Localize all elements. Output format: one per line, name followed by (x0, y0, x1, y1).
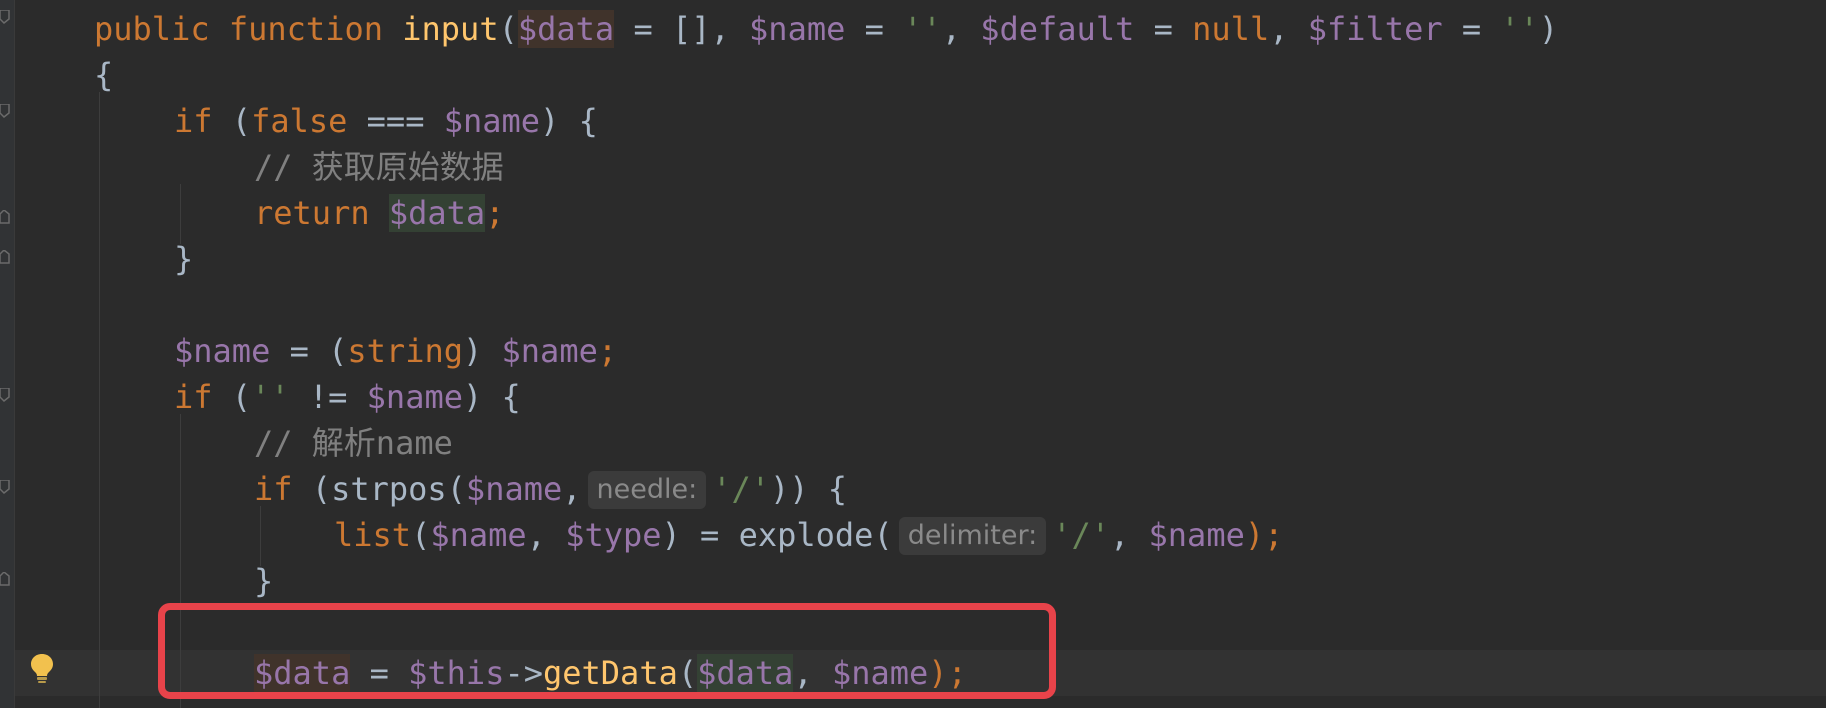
token-punctuation: ); (1244, 516, 1284, 554)
fold-marker-icon[interactable] (0, 572, 10, 586)
token-punctuation: , (1109, 516, 1149, 554)
token-punctuation: = (845, 10, 904, 48)
token-variable: $name (465, 470, 563, 508)
token-keyword: if (254, 470, 293, 508)
token-punctuation: } (174, 240, 194, 278)
code-line-2[interactable]: { (94, 52, 113, 98)
fold-marker-icon[interactable] (0, 210, 10, 224)
fold-marker-icon[interactable] (0, 250, 10, 264)
code-line-11[interactable]: if (strpos($name, needle: '/')) { (254, 466, 847, 512)
token-punctuation: ( (212, 102, 252, 140)
token-variable: $filter (1307, 10, 1443, 48)
parameter-hint-delimiter: delimiter: (898, 517, 1047, 555)
token-punctuation: ) = explode( (661, 516, 893, 554)
token-keyword: null (1192, 10, 1270, 48)
token-punctuation: ; (485, 194, 505, 232)
token-variable: $name (430, 516, 527, 554)
token-punctuation: ) (462, 332, 502, 370)
token-string: '/' (712, 470, 770, 508)
code-line-9[interactable]: if ('' != $name) { (174, 374, 521, 420)
token-punctuation: != (289, 378, 367, 416)
token-punctuation: = (1442, 10, 1501, 48)
token-punctuation: , (941, 10, 981, 48)
token-string: '' (903, 10, 942, 48)
code-line-8[interactable]: $name = (string) $name; (174, 328, 617, 374)
indent-guide (260, 506, 261, 566)
token-keyword: string (347, 332, 463, 370)
token-function-name: input (402, 10, 499, 48)
token-keyword: return (254, 194, 370, 232)
token-punctuation: , (1269, 10, 1308, 48)
token-string: '' (1500, 10, 1539, 48)
token-punctuation: } (254, 562, 274, 600)
token-keyword: list (334, 516, 412, 554)
token-string: '/' (1052, 516, 1110, 554)
token-variable: $data (517, 10, 615, 48)
token-variable: $name (366, 378, 463, 416)
token-string: '' (251, 378, 290, 416)
token-punctuation: === (347, 102, 444, 140)
code-line-5[interactable]: return $data; (254, 190, 504, 236)
token-punctuation (370, 194, 389, 232)
token-keyword: if (174, 102, 213, 140)
token-keyword: false (251, 102, 348, 140)
code-line-6[interactable]: } (174, 236, 193, 282)
code-line-1[interactable]: public function input($data = [], $name … (94, 6, 1558, 52)
code-line-12[interactable]: list($name, $type) = explode(delimiter: '… (334, 512, 1283, 558)
token-variable: $type (565, 516, 662, 554)
indent-guide (99, 92, 100, 708)
token-comment: // 获取原始数据 (254, 148, 504, 186)
token-punctuation: ( (212, 378, 252, 416)
annotation-highlight-box (158, 603, 1056, 699)
token-variable: $name (443, 102, 541, 140)
parameter-hint-needle: needle: (587, 471, 707, 509)
code-line-4[interactable]: // 获取原始数据 (254, 144, 504, 190)
token-punctuation: ( (498, 10, 518, 48)
token-variable: $name (501, 332, 598, 370)
token-punctuation: { (94, 56, 114, 94)
token-comment: // 解析name (254, 424, 453, 462)
code-line-10[interactable]: // 解析name (254, 420, 453, 466)
token-punctuation: (strpos( (292, 470, 466, 508)
token-variable: $name (174, 332, 271, 370)
token-punctuation: ) (1538, 10, 1559, 48)
token-variable: $name (1148, 516, 1245, 554)
lightbulb-icon[interactable] (28, 652, 56, 684)
token-punctuation: ) { (540, 102, 598, 140)
token-keyword: if (174, 378, 213, 416)
token-punctuation: = [], (614, 10, 750, 48)
token-punctuation: )) { (770, 470, 848, 508)
editor-gutter[interactable] (0, 0, 15, 708)
token-punctuation: = ( (270, 332, 348, 370)
token-punctuation: ; (597, 332, 618, 370)
fold-marker-icon[interactable] (0, 388, 10, 402)
code-line-13[interactable]: } (254, 558, 273, 604)
token-punctuation: , (562, 470, 582, 508)
token-punctuation: ) { (462, 378, 521, 416)
fold-marker-icon[interactable] (0, 104, 10, 118)
token-punctuation: ( (411, 516, 431, 554)
token-punctuation: = (1134, 10, 1193, 48)
token-punctuation: , (526, 516, 566, 554)
code-line-3[interactable]: if (false === $name) { (174, 98, 598, 144)
token-keyword: function (228, 10, 383, 48)
code-editor[interactable]: public function input($data = [], $name … (0, 0, 1826, 708)
fold-marker-icon[interactable] (0, 10, 10, 24)
token-keyword: public (94, 10, 210, 48)
token-variable: $data (388, 194, 486, 232)
token-variable: $name (749, 10, 846, 48)
indent-guide (180, 184, 181, 244)
fold-marker-icon[interactable] (0, 480, 10, 494)
token-variable: $default (980, 10, 1135, 48)
